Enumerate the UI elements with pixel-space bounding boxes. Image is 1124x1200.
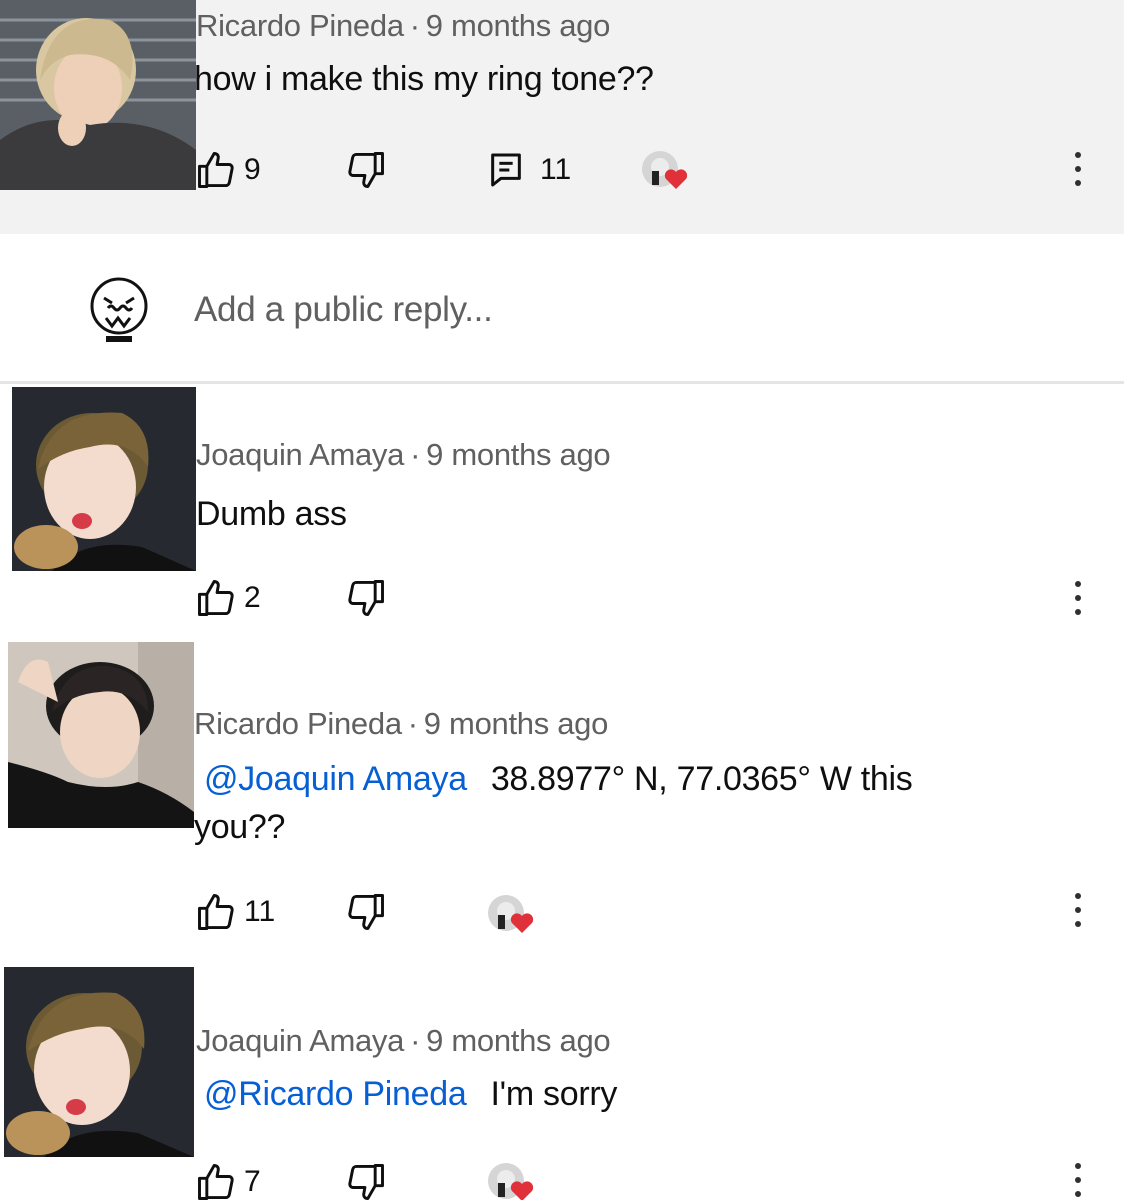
more-dot	[1075, 1163, 1081, 1169]
author-name[interactable]: Ricardo Pineda	[194, 706, 402, 741]
creator-heart-badge	[484, 1159, 538, 1200]
like-button[interactable]: 11	[194, 887, 275, 937]
avatar-photo	[8, 642, 194, 828]
comment-age[interactable]: 9 months ago	[426, 437, 611, 472]
more-dot	[1075, 1191, 1081, 1197]
more-dot	[1075, 907, 1081, 913]
comment-text-continued: you??	[194, 808, 286, 846]
comment-text: Dumb ass	[196, 495, 347, 533]
more-options-button[interactable]	[1068, 150, 1088, 190]
user-avatar	[86, 274, 152, 346]
comment-actions: 7	[194, 1157, 1094, 1200]
comment-age[interactable]: 9 months ago	[424, 706, 609, 741]
thumbs-up-icon	[198, 580, 234, 616]
divider	[0, 381, 1124, 384]
comment-meta: Joaquin Amaya · 9 months ago	[196, 437, 611, 473]
reply-input[interactable]: Add a public reply...	[194, 290, 493, 330]
creator-heart-badge	[638, 147, 692, 193]
more-dot	[1075, 893, 1081, 899]
reply-count: 11	[540, 153, 572, 186]
comment-thread: Joaquin Amaya · 9 months ago @Ricardo Pine…	[0, 967, 1124, 1200]
more-dot	[1075, 921, 1081, 927]
comment-thread: Ricardo Pineda · 9 months ago @Joaquin Ama…	[0, 642, 1124, 967]
thumbs-up-icon	[198, 894, 234, 930]
more-options-button[interactable]	[1068, 579, 1088, 619]
like-count: 7	[244, 1165, 261, 1198]
more-dot	[1075, 581, 1081, 587]
more-dot	[1075, 180, 1081, 186]
avatar-photo	[4, 967, 194, 1157]
avatar-photo	[12, 387, 196, 571]
thumbs-down-icon	[348, 152, 384, 188]
more-options-button[interactable]	[1068, 1161, 1088, 1200]
creator-heart-icon	[642, 151, 688, 189]
comment-text: @Joaquin Amaya 38.8977° N, 77.0365° W thi…	[196, 756, 913, 802]
replies-button[interactable]: 11	[486, 145, 571, 195]
more-dot	[1075, 152, 1081, 158]
comment-text-line1: 38.8977° N, 77.0365° W this	[490, 760, 913, 798]
comment-meta: Joaquin Amaya · 9 months ago	[196, 1023, 611, 1059]
more-dot	[1075, 595, 1081, 601]
comment-actions: 2	[194, 573, 1094, 623]
creator-heart-badge	[484, 891, 538, 937]
reply-box: Add a public reply...	[0, 234, 1124, 384]
dislike-button[interactable]	[344, 1157, 388, 1200]
comment-actions: 11	[194, 887, 1094, 937]
comment-icon	[491, 153, 521, 187]
mention-text: @Joaquin Amaya	[204, 760, 467, 798]
avatar[interactable]	[0, 0, 196, 190]
more-options-button[interactable]	[1068, 891, 1088, 931]
creator-heart-icon	[488, 895, 534, 933]
author-name[interactable]: Joaquin Amaya	[196, 437, 404, 472]
mention-link[interactable]: @Joaquin Amaya	[196, 760, 491, 798]
comment-thread: Joaquin Amaya · 9 months ago Dumb ass 2	[0, 387, 1124, 642]
dislike-button[interactable]	[344, 145, 388, 195]
like-count: 11	[244, 895, 276, 928]
more-dot	[1075, 609, 1081, 615]
like-button[interactable]: 7	[194, 1157, 261, 1200]
comment-actions: 9 11	[194, 145, 1094, 195]
user-avatar-icon	[90, 277, 148, 342]
thumbs-down-icon	[348, 894, 384, 930]
thumbs-up-icon	[198, 1164, 234, 1200]
dislike-button[interactable]	[344, 887, 388, 937]
more-dot	[1075, 166, 1081, 172]
comment-meta: Ricardo Pineda · 9 months ago	[194, 706, 608, 742]
author-name[interactable]: Ricardo Pineda	[196, 8, 404, 43]
comment-text-body: I'm sorry	[490, 1075, 618, 1113]
thumbs-down-icon	[348, 580, 384, 616]
comment-meta: Ricardo Pineda · 9 months ago	[196, 8, 610, 44]
like-count: 2	[244, 581, 261, 614]
dislike-button[interactable]	[344, 573, 388, 623]
more-dot	[1075, 1177, 1081, 1183]
comment-text: @Ricardo Pineda I'm sorry	[196, 1071, 617, 1117]
thumbs-up-icon	[198, 152, 234, 188]
author-name[interactable]: Joaquin Amaya	[196, 1023, 404, 1058]
separator-dot: ·	[410, 1023, 421, 1058]
thumbs-down-icon	[348, 1164, 384, 1200]
comment-age[interactable]: 9 months ago	[426, 1023, 611, 1058]
separator-dot: ·	[409, 8, 420, 43]
mention-text: @Ricardo Pineda	[204, 1075, 467, 1113]
separator-dot: ·	[410, 437, 421, 472]
avatar[interactable]	[8, 642, 194, 828]
creator-heart-icon	[488, 1163, 534, 1200]
avatar[interactable]	[4, 967, 194, 1157]
like-count: 9	[244, 153, 261, 186]
comment-text: how i make this my ring tone??	[194, 60, 654, 98]
comment-age[interactable]: 9 months ago	[426, 8, 611, 43]
separator-dot: ·	[407, 706, 418, 741]
comment-thread-highlighted: Ricardo Pineda · 9 months ago how i make t…	[0, 0, 1124, 234]
mention-link[interactable]: @Ricardo Pineda	[196, 1075, 491, 1113]
avatar[interactable]	[12, 387, 196, 571]
like-button[interactable]: 2	[194, 573, 261, 623]
like-button[interactable]: 9	[194, 145, 261, 195]
avatar-photo	[0, 0, 196, 190]
